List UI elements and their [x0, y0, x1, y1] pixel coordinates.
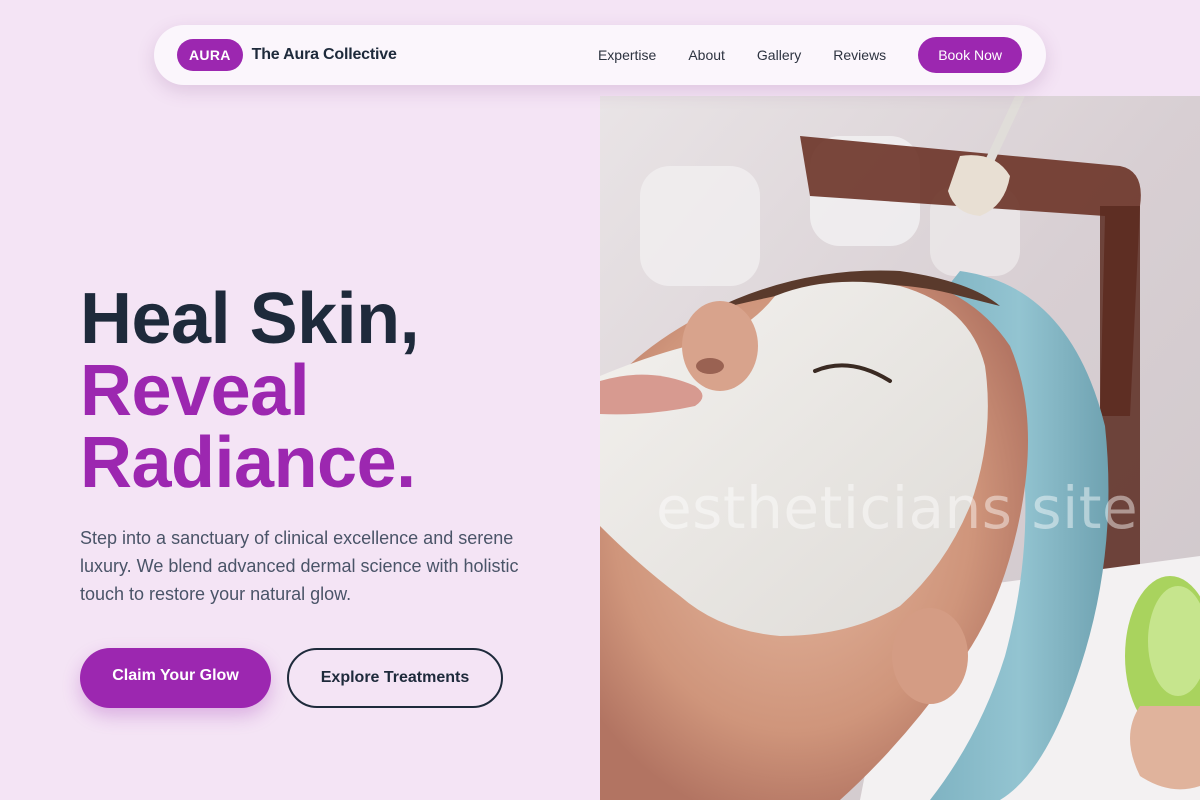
nav-link-reviews[interactable]: Reviews: [833, 47, 886, 63]
hero-title: Heal Skin, Reveal Radiance.: [80, 283, 580, 499]
brand-logo[interactable]: AURA The Aura Collective: [177, 39, 397, 71]
facial-treatment-illustration: [600, 96, 1200, 800]
brand-name: The Aura Collective: [251, 46, 397, 63]
hero-description: Step into a sanctuary of clinical excell…: [80, 528, 519, 604]
hero-title-line-2: Reveal: [80, 351, 310, 431]
claim-your-glow-button[interactable]: Claim Your Glow: [80, 648, 271, 708]
page: AURA The Aura Collective Expertise About…: [0, 0, 1200, 800]
hero-title-line-3: Radiance.: [80, 423, 416, 503]
top-navigation: AURA The Aura Collective Expertise About…: [154, 25, 1046, 85]
nav-link-gallery[interactable]: Gallery: [757, 47, 801, 63]
nav-links: Expertise About Gallery Reviews Book Now: [598, 37, 1022, 73]
hero-title-line-1: Heal Skin,: [80, 279, 420, 359]
nav-link-expertise[interactable]: Expertise: [598, 47, 656, 63]
nav-link-about[interactable]: About: [688, 47, 725, 63]
brand-badge: AURA: [177, 39, 243, 71]
book-now-button[interactable]: Book Now: [918, 37, 1022, 73]
hero-facial-treatment-image: [600, 96, 1200, 800]
explore-treatments-button[interactable]: Explore Treatments: [287, 648, 503, 708]
